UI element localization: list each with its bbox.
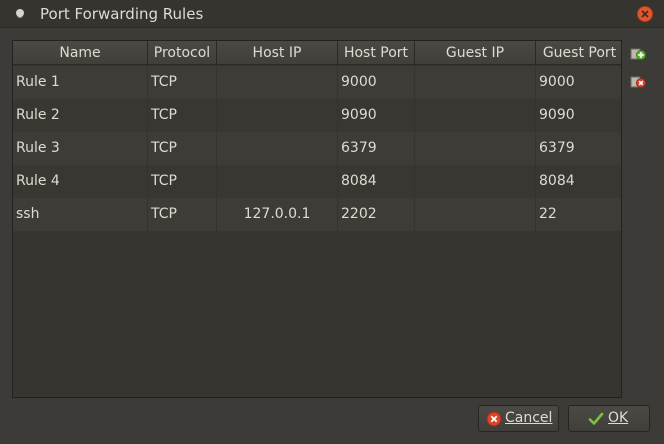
cell-guest-port[interactable]: 8084 — [536, 165, 621, 198]
cell-name[interactable]: Rule 3 — [13, 132, 148, 165]
cell-host-ip[interactable] — [217, 132, 338, 165]
cell-host-port[interactable]: 2202 — [338, 198, 415, 231]
table-row[interactable]: Rule 2 TCP 9090 9090 — [13, 99, 621, 132]
column-header-name[interactable]: Name — [13, 41, 148, 65]
cell-name[interactable]: ssh — [13, 198, 148, 231]
column-header-host-ip[interactable]: Host IP — [217, 41, 338, 65]
cell-host-port[interactable]: 8084 — [338, 165, 415, 198]
window-menu-icon[interactable] — [16, 9, 24, 17]
cancel-button[interactable]: Cancel — [478, 405, 559, 432]
cell-host-port[interactable]: 6379 — [338, 132, 415, 165]
cell-guest-port[interactable]: 9000 — [536, 66, 621, 99]
column-header-protocol[interactable]: Protocol — [148, 41, 217, 65]
remove-rule-icon[interactable] — [630, 74, 646, 90]
column-header-guest-port[interactable]: Guest Port — [536, 41, 621, 65]
cell-name[interactable]: Rule 1 — [13, 66, 148, 99]
cell-host-port[interactable]: 9090 — [338, 99, 415, 132]
cell-guest-ip[interactable] — [415, 66, 536, 99]
cell-name[interactable]: Rule 2 — [13, 99, 148, 132]
table-row[interactable]: Rule 1 TCP 9000 9000 — [13, 66, 621, 99]
column-header-host-port[interactable]: Host Port — [338, 41, 415, 65]
cell-protocol[interactable]: TCP — [148, 198, 217, 231]
cell-guest-ip[interactable] — [415, 198, 536, 231]
cell-protocol[interactable]: TCP — [148, 66, 217, 99]
cell-protocol[interactable]: TCP — [148, 165, 217, 198]
title-bar: Port Forwarding Rules — [0, 0, 664, 28]
table-row[interactable]: ssh TCP 127.0.0.1 2202 22 — [13, 198, 621, 231]
ok-label: OK — [608, 410, 629, 426]
cell-guest-port[interactable]: 22 — [536, 198, 621, 231]
cell-guest-port[interactable]: 6379 — [536, 132, 621, 165]
rules-table[interactable]: Name Protocol Host IP Host Port Guest IP… — [12, 40, 622, 398]
table-row[interactable]: Rule 4 TCP 8084 8084 — [13, 165, 621, 198]
cell-guest-ip[interactable] — [415, 132, 536, 165]
cell-name[interactable]: Rule 4 — [13, 165, 148, 198]
cell-guest-port[interactable]: 9090 — [536, 99, 621, 132]
add-rule-icon[interactable] — [630, 46, 646, 62]
cancel-icon — [486, 411, 502, 427]
cell-host-ip[interactable] — [217, 66, 338, 99]
cell-guest-ip[interactable] — [415, 99, 536, 132]
cell-host-ip[interactable] — [217, 165, 338, 198]
table-row[interactable]: Rule 3 TCP 6379 6379 — [13, 132, 621, 165]
cell-host-ip[interactable] — [217, 99, 338, 132]
window-title: Port Forwarding Rules — [40, 5, 204, 23]
cell-protocol[interactable]: TCP — [148, 132, 217, 165]
cell-host-port[interactable]: 9000 — [338, 66, 415, 99]
close-icon — [641, 10, 649, 18]
cell-guest-ip[interactable] — [415, 165, 536, 198]
column-header-guest-ip[interactable]: Guest IP — [415, 41, 536, 65]
cell-protocol[interactable]: TCP — [148, 99, 217, 132]
table-header: Name Protocol Host IP Host Port Guest IP… — [13, 41, 621, 65]
close-button[interactable] — [637, 6, 653, 22]
ok-button[interactable]: OK — [568, 405, 650, 432]
cell-host-ip[interactable]: 127.0.0.1 — [217, 198, 338, 231]
check-icon — [588, 412, 604, 425]
cancel-label: Cancel — [505, 410, 553, 426]
